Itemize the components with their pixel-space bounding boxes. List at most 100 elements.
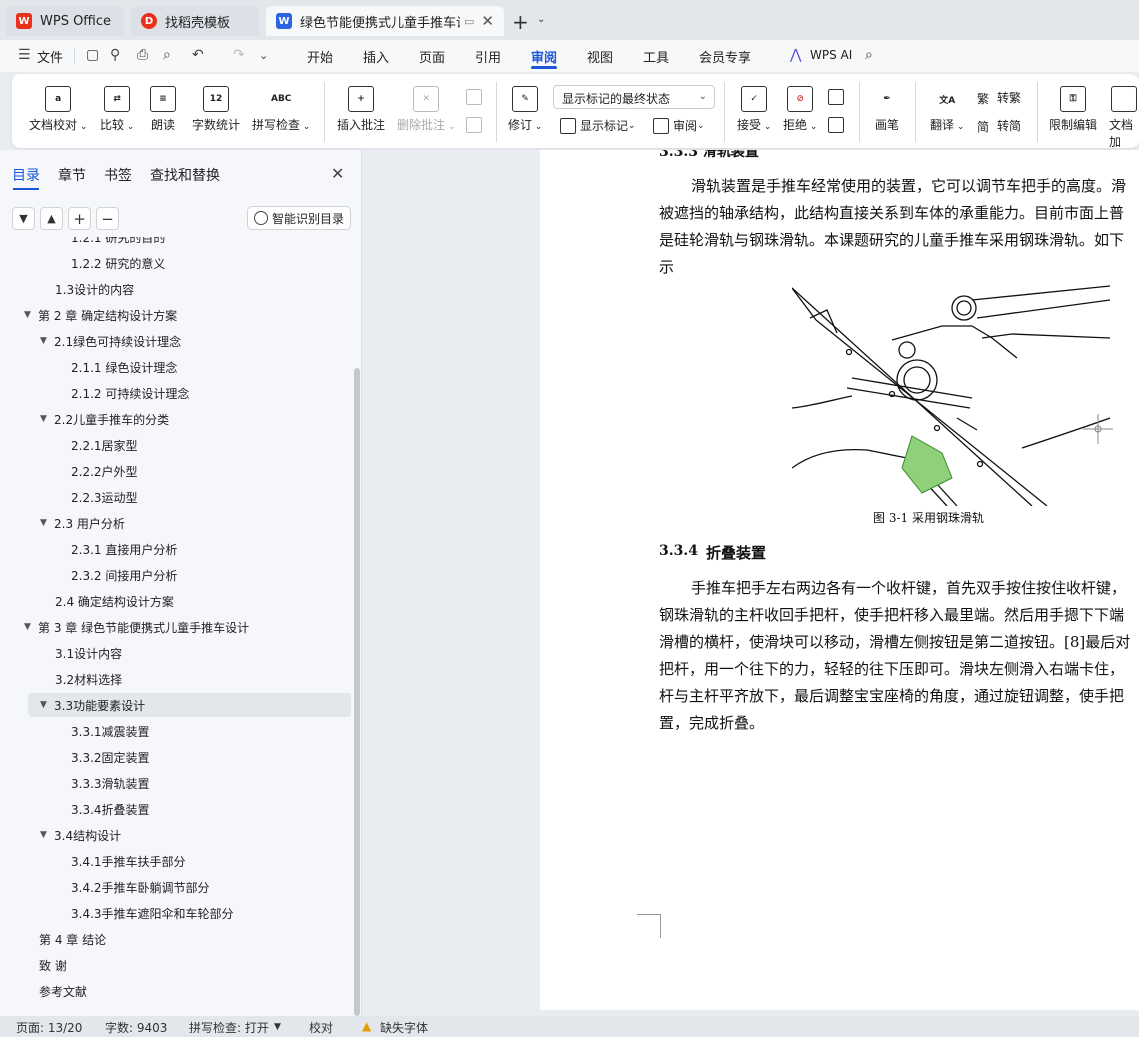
- collapse-all-button[interactable]: ▼: [12, 207, 35, 230]
- hamburger-icon[interactable]: ☰: [18, 47, 31, 63]
- toc-item[interactable]: ▼ 第 3 章 绿色节能便携式儿童手推车设计: [0, 615, 249, 639]
- toc-item[interactable]: 2.4 确定结构设计方案: [0, 589, 174, 613]
- accept-button[interactable]: ✓ 接受 ⌄: [737, 86, 771, 133]
- menu-view[interactable]: 视图: [587, 47, 613, 66]
- toc-item[interactable]: 3.4.3手推车遮阳伞和车轮部分: [0, 901, 234, 925]
- to-simplified-button[interactable]: 简转简: [977, 117, 1021, 134]
- smart-toc-button[interactable]: 智能识别目录: [247, 206, 351, 230]
- toc-item[interactable]: 1.2.2 研究的意义: [0, 251, 165, 275]
- menu-page[interactable]: 页面: [419, 47, 445, 66]
- status-spell-check[interactable]: 拼写检查: 打开: [189, 1019, 269, 1036]
- word-count-button[interactable]: 12 字数统计: [192, 86, 240, 133]
- caret-down-icon[interactable]: ▼: [40, 830, 54, 840]
- toc-scrollbar[interactable]: [354, 368, 360, 1016]
- toc-item[interactable]: 参考文献: [0, 979, 87, 1003]
- toc-item[interactable]: 3.3.2固定装置: [0, 745, 150, 769]
- caret-down-icon[interactable]: ▼: [40, 700, 54, 710]
- show-markup-button[interactable]: 显示标记 ⌄: [560, 117, 636, 134]
- menu-review[interactable]: 审阅: [531, 47, 557, 66]
- nav-tab-find-replace[interactable]: 查找和替换: [150, 165, 220, 185]
- review-pane-button[interactable]: 审阅 ⌄: [653, 117, 705, 134]
- toc-item[interactable]: ▼ 3.4结构设计: [0, 823, 121, 847]
- menu-insert[interactable]: 插入: [363, 47, 389, 66]
- toc-item[interactable]: 3.3.1减震装置: [0, 719, 150, 743]
- compare-button[interactable]: ⇄ 比较 ⌄: [100, 86, 134, 133]
- toc-item[interactable]: 1.3设计的内容: [0, 277, 134, 301]
- menu-membership[interactable]: 会员专享: [699, 47, 751, 66]
- new-tab-icon[interactable]: +: [512, 10, 529, 34]
- markup-mode-select[interactable]: 显示标记的最终状态 ⌄: [553, 85, 715, 109]
- reject-button[interactable]: ⊘ 拒绝 ⌄: [783, 86, 817, 133]
- nav-tab-toc[interactable]: 目录: [12, 165, 40, 185]
- menu-file[interactable]: 文件: [37, 47, 63, 66]
- read-aloud-button[interactable]: ≡ 朗读: [150, 86, 176, 133]
- print-preview-icon[interactable]: ⌕: [163, 47, 171, 63]
- prev-comment-button[interactable]: [466, 89, 486, 105]
- nav-tab-sections[interactable]: 章节: [58, 165, 86, 185]
- toc-item[interactable]: ▼ 3.3功能要素设计: [28, 693, 351, 717]
- redo-icon[interactable]: ↷: [233, 47, 245, 63]
- prev-change-button[interactable]: [828, 89, 848, 105]
- translate-button[interactable]: 文A 翻译 ⌄: [930, 86, 964, 133]
- nav-tab-bookmarks[interactable]: 书签: [104, 165, 132, 185]
- toc-item[interactable]: 3.1设计内容: [0, 641, 122, 665]
- caret-down-icon[interactable]: ▼: [40, 518, 54, 528]
- undo-icon[interactable]: ↶: [192, 47, 204, 63]
- quick-access-more-icon[interactable]: ⌄: [259, 49, 268, 62]
- spell-check-button[interactable]: ABC 拼写检查 ⌄: [252, 86, 310, 133]
- toc-item[interactable]: ▼ 2.3 用户分析: [0, 511, 125, 535]
- next-comment-button[interactable]: [466, 117, 486, 133]
- toc-item[interactable]: 2.3.1 直接用户分析: [0, 537, 177, 561]
- remove-heading-button[interactable]: −: [96, 207, 119, 230]
- status-word-count[interactable]: 字数: 9403: [105, 1019, 167, 1036]
- caret-down-icon[interactable]: ▼: [40, 336, 54, 346]
- search-icon[interactable]: ⌕: [865, 47, 873, 63]
- toc-item[interactable]: 2.1.2 可持续设计理念: [0, 381, 189, 405]
- caret-down-icon[interactable]: ▼: [24, 622, 38, 632]
- expand-up-button[interactable]: ▲: [40, 207, 63, 230]
- toc-item[interactable]: ▼ 2.2儿童手推车的分类: [0, 407, 169, 431]
- menu-start[interactable]: 开始: [307, 47, 333, 66]
- toc-item[interactable]: 2.2.3运动型: [0, 485, 138, 509]
- caret-down-icon[interactable]: ▼: [24, 310, 38, 320]
- delete-comment-button[interactable]: ✕ 删除批注 ⌄: [397, 86, 455, 133]
- toc-item[interactable]: 2.3.2 间接用户分析: [0, 563, 177, 587]
- wps-ai-button[interactable]: WPS AI: [810, 48, 852, 62]
- toc-item[interactable]: ▼ 第 2 章 确定结构设计方案: [0, 303, 177, 327]
- insert-comment-button[interactable]: + 插入批注: [337, 86, 385, 133]
- toc-item[interactable]: 2.2.1居家型: [0, 433, 138, 457]
- chevron-down-icon[interactable]: ▼: [274, 1022, 281, 1032]
- toc-item[interactable]: ▼ 2.1绿色可持续设计理念: [0, 329, 181, 353]
- toc-item[interactable]: 3.4.2手推车卧躺调节部分: [0, 875, 210, 899]
- toc-item[interactable]: 3.3.3滑轨装置: [0, 771, 150, 795]
- tab-wps-office[interactable]: W WPS Office: [6, 6, 124, 36]
- print-icon[interactable]: ⎙: [137, 47, 148, 63]
- doc-check-button[interactable]: a 文档校对 ⌄: [29, 86, 87, 133]
- restrict-edit-button[interactable]: ⚿ 限制编辑: [1049, 86, 1097, 133]
- status-missing-font[interactable]: 缺失字体: [380, 1019, 428, 1036]
- toc-item[interactable]: 3.3.4折叠装置: [0, 797, 150, 821]
- next-change-button[interactable]: [828, 117, 848, 133]
- toc-item[interactable]: 3.4.1手推车扶手部分: [0, 849, 186, 873]
- add-heading-button[interactable]: +: [68, 207, 91, 230]
- pen-button[interactable]: ✒ 画笔: [874, 86, 900, 133]
- tab-docer[interactable]: D 找稻壳模板: [131, 6, 259, 36]
- toc-item[interactable]: 1.2.1 研究的目的: [0, 237, 165, 249]
- close-icon[interactable]: ✕: [331, 164, 344, 183]
- toc-item[interactable]: 3.2材料选择: [0, 667, 122, 691]
- save-icon[interactable]: ▢: [86, 47, 99, 63]
- toc-item[interactable]: 2.2.2户外型: [0, 459, 138, 483]
- menu-tools[interactable]: 工具: [643, 47, 669, 66]
- revise-button[interactable]: ✎ 修订 ⌄: [508, 86, 542, 133]
- to-traditional-button[interactable]: 繁转繁: [977, 89, 1021, 106]
- status-page[interactable]: 页面: 13/20: [16, 1019, 82, 1036]
- menu-reference[interactable]: 引用: [475, 47, 501, 66]
- toc-item[interactable]: 2.1.1 绿色设计理念: [0, 355, 177, 379]
- toc-item[interactable]: 第 4 章 结论: [0, 927, 106, 951]
- toc-item[interactable]: 致 谢: [0, 953, 67, 977]
- status-proof[interactable]: 校对: [309, 1019, 333, 1036]
- doc-more-button[interactable]: 文档加: [1109, 86, 1139, 150]
- tab-document[interactable]: W 绿色节能便携式儿童手推车设计 ▭ ✕: [266, 6, 504, 36]
- close-icon[interactable]: ✕: [481, 12, 494, 30]
- share-icon[interactable]: ⚲: [110, 47, 120, 63]
